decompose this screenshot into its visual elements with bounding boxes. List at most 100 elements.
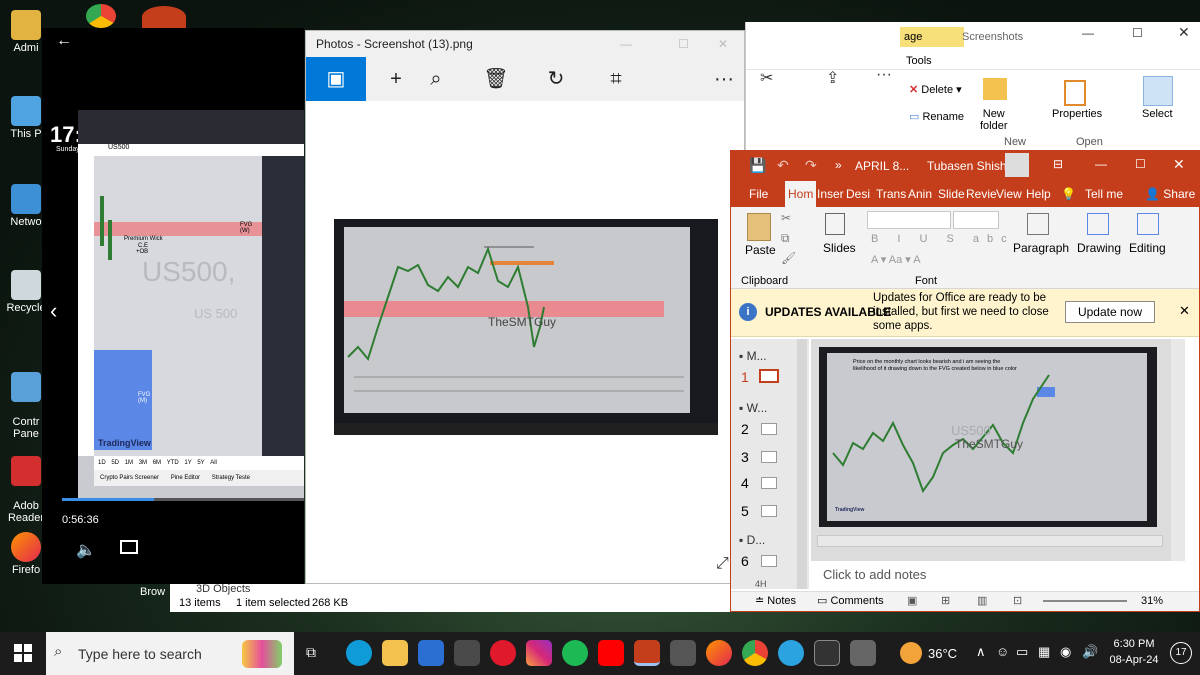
avatar[interactable] xyxy=(1005,153,1029,177)
back-arrow-icon[interactable]: ← xyxy=(56,32,72,50)
more-options-icon[interactable]: ··· xyxy=(702,57,746,101)
cut-icon[interactable]: ✂ xyxy=(781,211,791,225)
photos-taskbar-icon[interactable] xyxy=(850,640,876,666)
slide-thumbnail[interactable] xyxy=(761,451,777,463)
delete-button[interactable]: ✕ Delete ▾ xyxy=(909,83,962,96)
slide-canvas[interactable]: Price on the monthly chart looks bearish… xyxy=(819,347,1157,527)
tab-slideshow[interactable]: Slide xyxy=(938,181,965,207)
maximize-icon[interactable]: ☐ xyxy=(678,31,689,57)
tab-view[interactable]: View xyxy=(996,181,1022,207)
file-explorer-window[interactable]: age Tools Screenshots — ☐ ✕ ✕ Delete ▾ ▭… xyxy=(745,22,1200,150)
zoom-icon[interactable]: ⌕ xyxy=(414,57,458,101)
rotate-icon[interactable]: ↻ xyxy=(534,57,578,101)
powerpoint-icon[interactable] xyxy=(142,6,186,28)
comments-button[interactable]: ▭ Comments xyxy=(817,592,884,610)
tray-chevron-icon[interactable]: ∧ xyxy=(976,644,986,660)
timeframe-item[interactable]: 5Y xyxy=(197,460,204,466)
paragraph-button[interactable]: Paragraph xyxy=(1013,241,1069,255)
timeframe-item[interactable]: 1M xyxy=(125,460,133,466)
slide-thumbnail[interactable] xyxy=(761,477,777,489)
timeframe-item[interactable]: 3M xyxy=(139,460,147,466)
tab-review[interactable]: Revie xyxy=(966,181,997,207)
view-image-icon[interactable]: ▣ xyxy=(306,57,366,101)
slide-thumbnail[interactable] xyxy=(761,505,777,517)
maximize-icon[interactable]: ☐ xyxy=(1135,157,1146,171)
seek-bar[interactable] xyxy=(62,498,304,501)
crop-icon[interactable]: ⌗ xyxy=(594,57,638,101)
windows-start-icon[interactable] xyxy=(14,644,32,662)
redo-icon[interactable]: ↷ xyxy=(805,157,817,174)
people-icon[interactable]: ☺ xyxy=(996,644,1009,659)
firefox-taskbar-icon[interactable] xyxy=(706,640,732,666)
slides-button[interactable]: Slides xyxy=(823,241,856,255)
slide-thumbnail[interactable] xyxy=(761,423,777,435)
notification-center-icon[interactable]: 17 xyxy=(1170,642,1192,664)
tab-design[interactable]: Desi xyxy=(846,181,870,207)
notes-button[interactable]: ≐ Notes xyxy=(755,592,796,610)
tab-insert[interactable]: Inser xyxy=(817,181,844,207)
select-button[interactable]: Select xyxy=(1142,108,1173,120)
network-icon[interactable]: ▦ xyxy=(1038,644,1050,660)
timeframe-item[interactable]: YTD xyxy=(167,460,179,466)
instagram-icon[interactable] xyxy=(526,640,552,666)
slideshow-view-icon[interactable]: ⊡ xyxy=(1013,592,1022,610)
wifi-icon[interactable]: ◉ xyxy=(1060,644,1071,660)
timeframe-item[interactable]: 5D xyxy=(111,460,119,466)
volume-icon[interactable]: 🔊 xyxy=(1082,644,1098,660)
task-view-icon[interactable]: ⧉ xyxy=(306,644,316,661)
spotify-icon[interactable] xyxy=(562,640,588,666)
weather-icon[interactable] xyxy=(900,642,922,664)
youtube-icon[interactable] xyxy=(598,640,624,666)
maximize-icon[interactable]: ☐ xyxy=(1132,26,1143,40)
timeframe-item[interactable]: 6M xyxy=(153,460,161,466)
close-icon[interactable]: ✕ xyxy=(1173,156,1185,173)
horizontal-scrollbar[interactable] xyxy=(817,535,1163,547)
tell-me-box[interactable]: Tell me xyxy=(1085,181,1123,207)
app-icon[interactable] xyxy=(670,640,696,666)
picture-tools-tab[interactable]: Tools xyxy=(906,55,932,67)
clock[interactable]: 6:30 PM 08-Apr-24 xyxy=(1104,636,1164,668)
timeframe-item[interactable]: 1Y xyxy=(184,460,191,466)
video-player-window[interactable]: ← 17: Sunday US500 FVG (W) Premium Wick … xyxy=(42,28,304,584)
new-folder-button[interactable]: New folder xyxy=(980,108,1008,132)
minimize-icon[interactable]: — xyxy=(1095,157,1107,171)
share-button[interactable]: 👤 Share xyxy=(1145,181,1195,207)
zoom-slider[interactable] xyxy=(1043,600,1127,602)
edit-icon[interactable]: ✂ xyxy=(760,68,773,88)
font-format-icons[interactable]: B I U S abc xyxy=(871,233,1015,245)
reading-view-icon[interactable]: ▥ xyxy=(977,592,987,610)
manage-tab[interactable]: age xyxy=(900,27,964,47)
delete-icon[interactable]: 🗑 xyxy=(474,57,518,101)
nav-item-3d-objects[interactable]: 3D Objects xyxy=(196,583,250,595)
telegram-icon[interactable] xyxy=(778,640,804,666)
more-options-icon[interactable]: ··· xyxy=(876,66,892,84)
powerpoint-taskbar-icon[interactable] xyxy=(634,640,660,666)
close-icon[interactable]: ✕ xyxy=(1178,24,1190,41)
previous-arrow-icon[interactable]: ‹ xyxy=(50,298,57,324)
tab-animations[interactable]: Anin xyxy=(908,181,932,207)
paste-button[interactable]: Paste xyxy=(745,243,776,257)
mail-icon[interactable] xyxy=(454,640,480,666)
slide-thumbnail[interactable] xyxy=(759,369,779,383)
tab-transitions[interactable]: Trans xyxy=(876,181,906,207)
font-name-select[interactable] xyxy=(867,211,951,229)
file-explorer-icon[interactable] xyxy=(382,640,408,666)
battery-icon[interactable]: ▭ xyxy=(1016,644,1028,660)
captions-icon[interactable] xyxy=(120,540,138,554)
close-icon[interactable]: ✕ xyxy=(718,31,728,57)
minimize-icon[interactable]: — xyxy=(620,31,632,57)
tab-file[interactable]: File xyxy=(749,181,768,207)
minimize-icon[interactable]: — xyxy=(1082,26,1094,40)
clapper-icon[interactable] xyxy=(814,640,840,666)
ribbon-display-icon[interactable]: ⊟ xyxy=(1053,157,1063,171)
chrome-taskbar-icon[interactable] xyxy=(742,640,768,666)
bottom-tab[interactable]: Crypto Pairs Screener xyxy=(100,475,159,481)
photos-window[interactable]: Photos - Screenshot (13).png — ☐ ✕ ▣ + ⌕… xyxy=(305,30,745,584)
notes-placeholder[interactable]: Click to add notes xyxy=(823,567,926,582)
weather-temp[interactable]: 36°C xyxy=(928,646,957,661)
editing-button[interactable]: Editing xyxy=(1129,241,1166,255)
save-icon[interactable]: 💾 xyxy=(749,157,766,174)
editor-scrollbar[interactable] xyxy=(1171,339,1185,561)
fullscreen-icon[interactable]: ⤢ xyxy=(716,555,729,573)
overflow-icon[interactable]: » xyxy=(835,158,842,172)
